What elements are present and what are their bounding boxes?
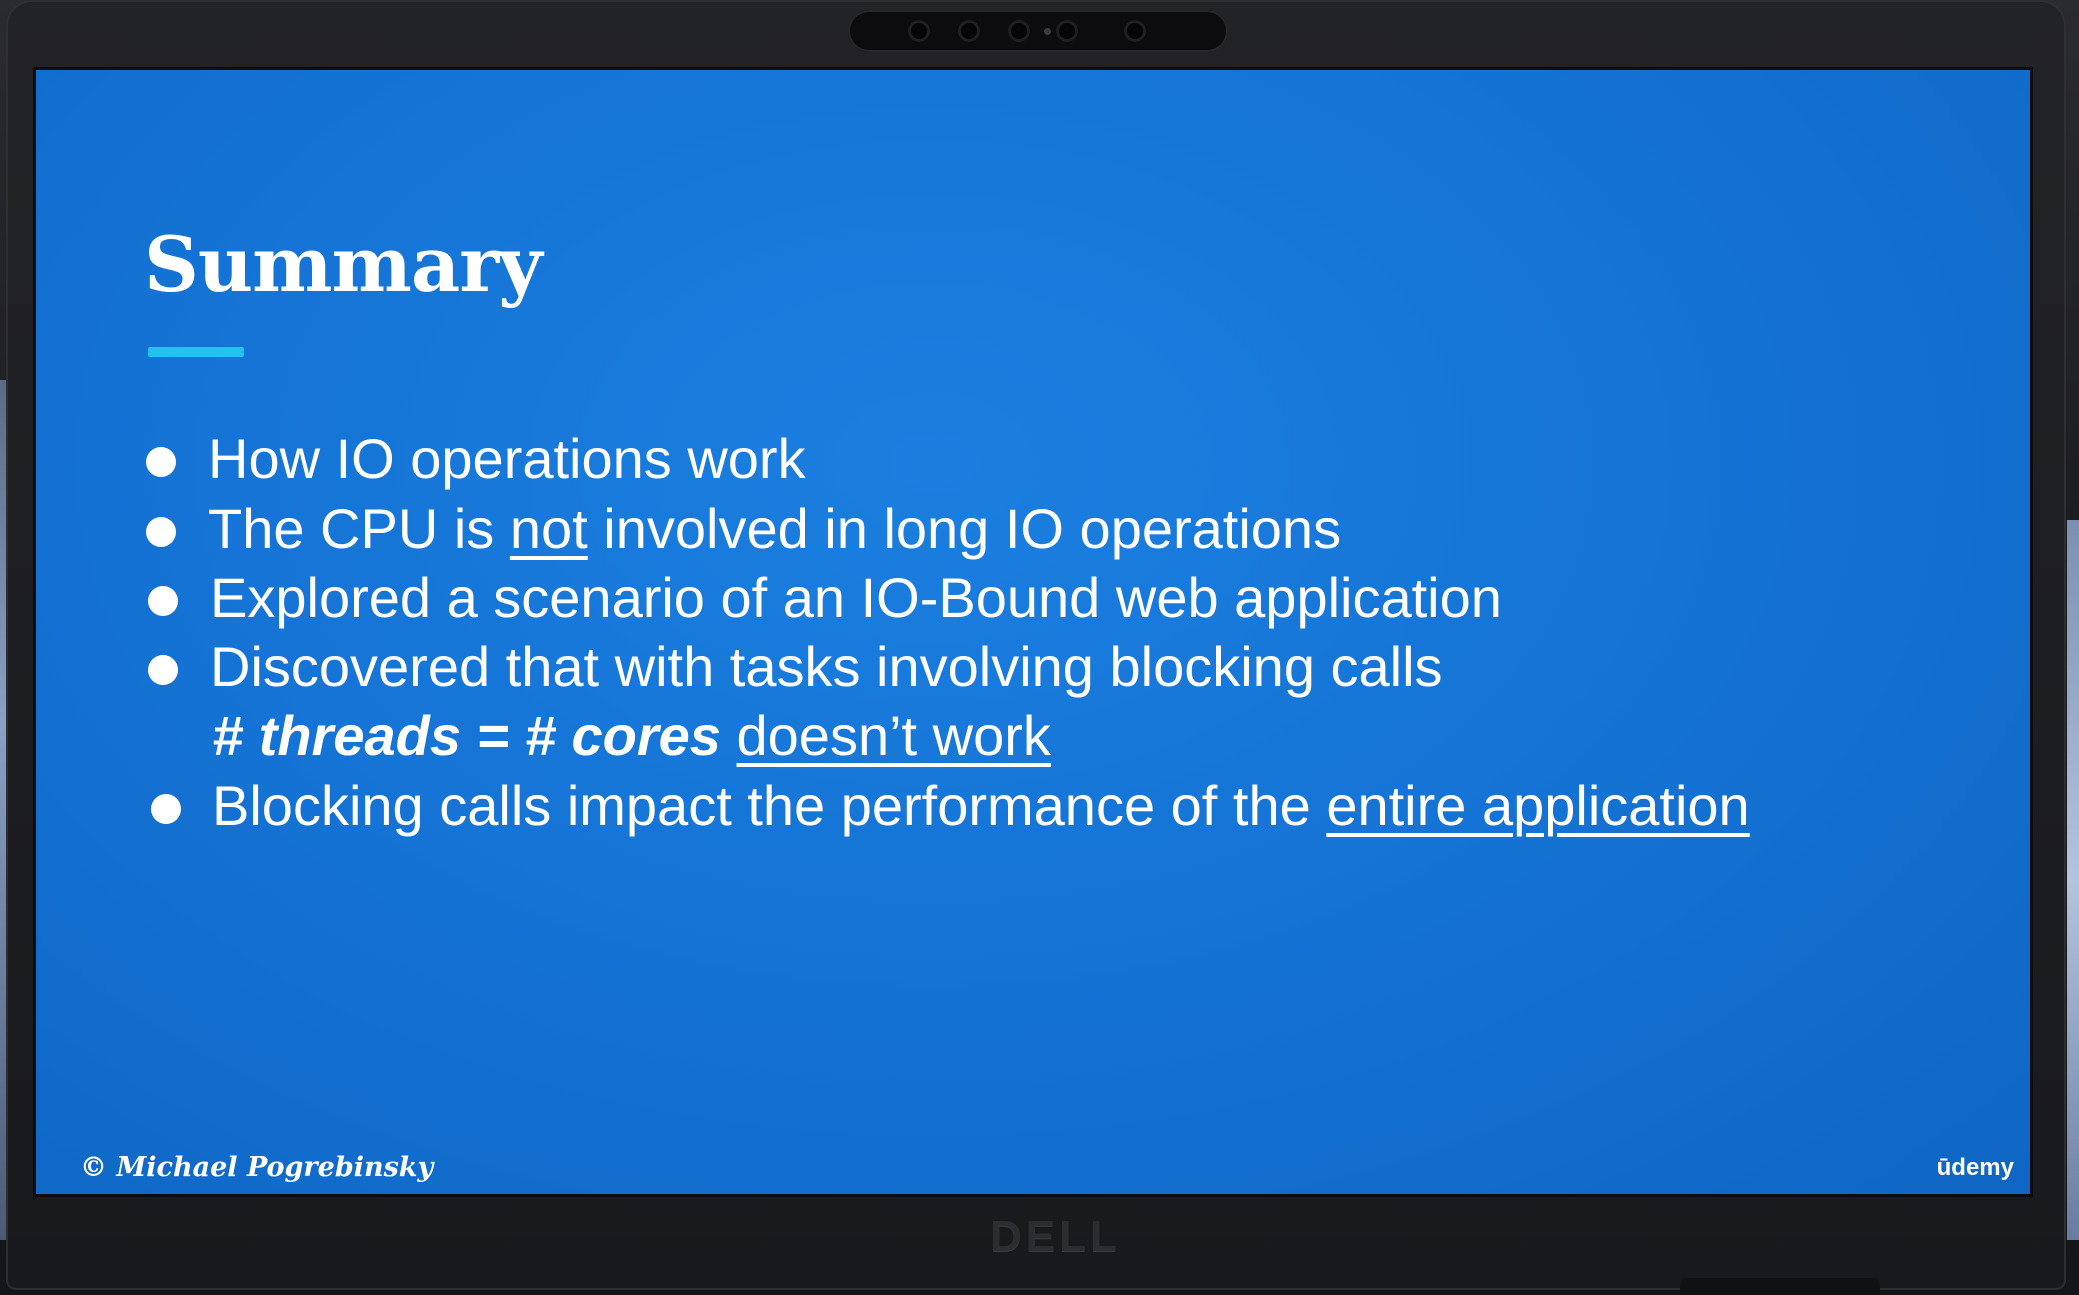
udemy-logo: ūdemy <box>1936 1154 2014 1181</box>
bullet-dot-icon <box>151 794 181 824</box>
bullet-text: not <box>509 497 588 560</box>
camera-led-icon <box>1044 28 1051 35</box>
sensor-icon <box>908 20 930 42</box>
bullet-text: involved in long IO operations <box>587 497 1342 560</box>
bullet-item: How IO operations work <box>208 425 806 492</box>
sensor-icon <box>1124 20 1146 42</box>
bullet-text <box>721 704 737 767</box>
bullet-text: How IO operations work <box>208 427 806 490</box>
photo-scene: Summary How IO operations work The CPU is… <box>0 0 2079 1295</box>
laptop-screen: Summary How IO operations work The CPU is… <box>36 70 2030 1194</box>
bullet-dot-icon <box>146 447 176 477</box>
laptop-hinge <box>1680 1278 1880 1295</box>
bullet-continuation-line: # threads = # cores doesn’t work <box>212 702 1051 769</box>
bullet-item: Discovered that with tasks involving blo… <box>210 633 1443 700</box>
bullet-item: The CPU is not involved in long IO opera… <box>208 495 1341 562</box>
bullet-text: Discovered that with tasks involving blo… <box>210 635 1443 698</box>
dell-logo: DELL <box>990 1212 1121 1261</box>
bullet-dot-icon <box>148 655 178 685</box>
webcam-bar <box>848 10 1228 52</box>
webcam-icon <box>1008 20 1030 42</box>
sensor-icon <box>1056 20 1078 42</box>
copyright-footer: © Michael Pogrebinsky <box>80 1152 434 1183</box>
sensor-icon <box>958 20 980 42</box>
bullet-dot-icon <box>148 586 178 616</box>
bullet-list: How IO operations work The CPU is not inv… <box>36 70 2030 1194</box>
bullet-item: Explored a scenario of an IO-Bound web a… <box>210 564 1502 631</box>
bullet-text: # threads = # cores <box>212 704 721 767</box>
bullet-text: entire application <box>1326 774 1750 837</box>
bullet-text: Explored a scenario of an IO-Bound web a… <box>210 566 1502 629</box>
background-fabric-right <box>2067 520 2079 1240</box>
bullet-text: Blocking calls impact the performance of… <box>212 774 1327 837</box>
bullet-text: The CPU is <box>208 497 510 560</box>
bullet-dot-icon <box>146 517 176 547</box>
bullet-item: Blocking calls impact the performance of… <box>212 772 1750 839</box>
bullet-text: doesn’t work <box>736 704 1051 767</box>
